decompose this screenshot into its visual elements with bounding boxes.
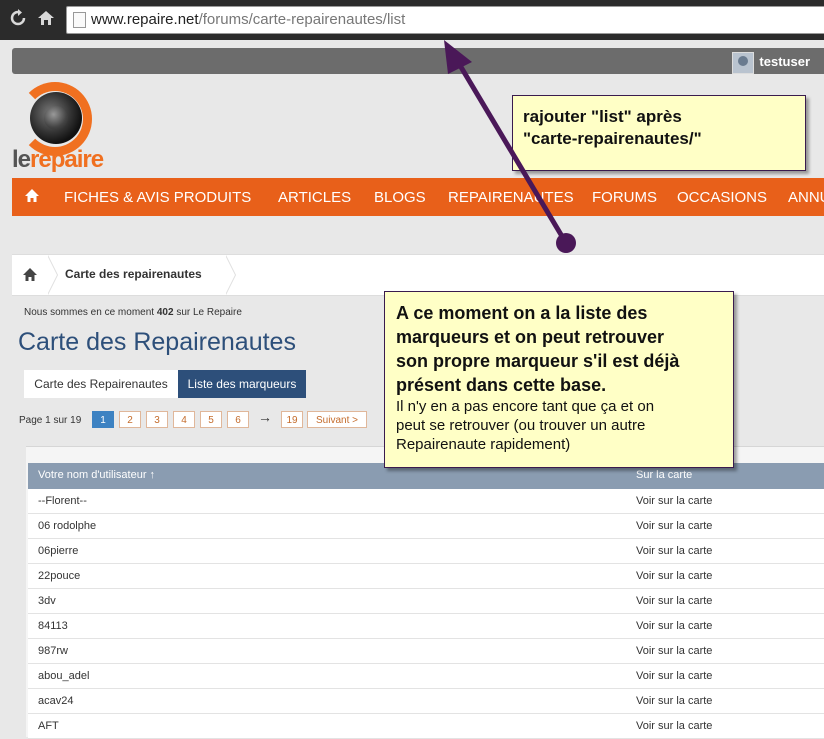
annotation-line: présent dans cette base. — [396, 375, 607, 395]
row-username[interactable]: 84113 — [38, 620, 68, 632]
logo-lens-icon — [30, 92, 82, 144]
row-username[interactable]: acav24 — [38, 695, 73, 707]
username[interactable]: testuser — [759, 54, 810, 69]
breadcrumb-separator-inner — [47, 255, 57, 295]
page-4[interactable]: 4 — [173, 411, 195, 428]
online-count: Nous sommes en ce moment 402 sur Le Repa… — [24, 307, 242, 318]
row-username[interactable]: AFT — [38, 720, 59, 732]
view-on-map-link[interactable]: Voir sur la carte — [636, 520, 712, 532]
view-on-map-link[interactable]: Voir sur la carte — [636, 545, 712, 557]
row-username[interactable]: 3dv — [38, 595, 56, 607]
row-username[interactable]: 06pierre — [38, 545, 78, 557]
browser-toolbar: www.repaire.net/forums/carte-repairenaut… — [0, 0, 824, 40]
table-row: 84113 Voir sur la carte — [28, 614, 824, 639]
avatar[interactable] — [732, 52, 754, 74]
url-text: www.repaire.net/forums/carte-repairenaut… — [91, 11, 406, 28]
page-2[interactable]: 2 — [119, 411, 141, 428]
nav-item-occasions[interactable]: OCCASIONS — [677, 189, 767, 206]
column-header-username[interactable]: Votre nom d'utilisateur ↑ — [38, 469, 155, 481]
nav-item-blogs[interactable]: BLOGS — [374, 189, 426, 206]
pagination-skip: → — [258, 409, 272, 425]
user-strip: testuser — [12, 48, 824, 74]
nav-item-fiches[interactable]: FICHES & AVIS PRODUITS — [64, 189, 251, 206]
view-on-map-link[interactable]: Voir sur la carte — [636, 645, 712, 657]
markers-table: Votre nom d'utilisateur ↑ Sur la carte -… — [26, 446, 824, 739]
logo-text: lerepaire — [12, 146, 104, 173]
annotation-line: Il n'y en a pas encore tant que ça et on — [396, 398, 655, 415]
page-title: Carte des Repairenautes — [18, 328, 296, 356]
annotation-line: Repairenaute rapidement) — [396, 436, 571, 453]
breadcrumb-separator-end-inner — [225, 255, 235, 295]
next-page-button[interactable]: Suivant > — [307, 411, 367, 428]
row-username[interactable]: 22pouce — [38, 570, 80, 582]
annotation-line: rajouter "list" après — [523, 107, 682, 126]
refresh-icon[interactable] — [8, 9, 28, 29]
table-row: abou_adel Voir sur la carte — [28, 664, 824, 689]
breadcrumb-current[interactable]: Carte des repairenautes — [65, 267, 202, 281]
table-row: AFT Voir sur la carte — [28, 714, 824, 739]
table-row: --Florent-- Voir sur la carte — [28, 489, 824, 514]
view-on-map-link[interactable]: Voir sur la carte — [636, 570, 712, 582]
page-6[interactable]: 6 — [227, 411, 249, 428]
view-on-map-link[interactable]: Voir sur la carte — [636, 670, 712, 682]
annotation-line: "carte-repairenautes/" — [523, 129, 702, 148]
row-username[interactable]: abou_adel — [38, 670, 89, 682]
nav-item-forums[interactable]: FORUMS — [592, 189, 657, 206]
annotation-line: son propre marqueur s'il est déjà — [396, 351, 680, 371]
nav-item-annuaire[interactable]: ANNU — [788, 189, 824, 206]
tab-liste-marqueurs[interactable]: Liste des marqueurs — [178, 370, 306, 398]
nav-item-articles[interactable]: ARTICLES — [278, 189, 351, 206]
page-icon — [73, 12, 86, 28]
table-row: acav24 Voir sur la carte — [28, 689, 824, 714]
view-on-map-link[interactable]: Voir sur la carte — [636, 720, 712, 732]
annotation-line: A ce moment on a la liste des — [396, 303, 648, 323]
table-row: 06 rodolphe Voir sur la carte — [28, 514, 824, 539]
table-row: 06pierre Voir sur la carte — [28, 539, 824, 564]
breadcrumb-home-icon[interactable] — [22, 267, 38, 283]
table-row: 22pouce Voir sur la carte — [28, 564, 824, 589]
annotation-line: peut se retrouver (ou trouver un autre — [396, 417, 646, 434]
annotation-note-list: A ce moment on a la liste des marqueurs … — [384, 291, 734, 468]
breadcrumb: Carte des repairenautes — [12, 254, 824, 296]
table-row: 987rw Voir sur la carte — [28, 639, 824, 664]
address-bar[interactable]: www.repaire.net/forums/carte-repairenaut… — [66, 6, 824, 34]
page-last[interactable]: 19 — [281, 411, 303, 428]
annotation-line: marqueurs et on peut retrouver — [396, 327, 665, 347]
view-on-map-link[interactable]: Voir sur la carte — [636, 620, 712, 632]
page-3[interactable]: 3 — [146, 411, 168, 428]
annotation-note-url: rajouter "list" après "carte-repairenaute… — [512, 95, 806, 171]
nav-home-icon[interactable] — [24, 188, 40, 204]
view-on-map-link[interactable]: Voir sur la carte — [636, 695, 712, 707]
home-icon[interactable] — [36, 9, 56, 29]
view-on-map-link[interactable]: Voir sur la carte — [636, 595, 712, 607]
page-5[interactable]: 5 — [200, 411, 222, 428]
main-nav: FICHES & AVIS PRODUITS ARTICLES BLOGS RE… — [12, 178, 824, 216]
pagination-label: Page 1 sur 19 — [19, 415, 82, 426]
row-username[interactable]: 987rw — [38, 645, 68, 657]
nav-item-repairenautes[interactable]: REPAIRENAUTES — [448, 189, 574, 206]
view-on-map-link[interactable]: Voir sur la carte — [636, 495, 712, 507]
page-1[interactable]: 1 — [92, 411, 114, 428]
row-username[interactable]: 06 rodolphe — [38, 520, 96, 532]
tab-carte[interactable]: Carte des Repairenautes — [24, 370, 178, 398]
row-username[interactable]: --Florent-- — [38, 495, 87, 507]
column-header-map: Sur la carte — [636, 469, 693, 481]
table-row: 3dv Voir sur la carte — [28, 589, 824, 614]
